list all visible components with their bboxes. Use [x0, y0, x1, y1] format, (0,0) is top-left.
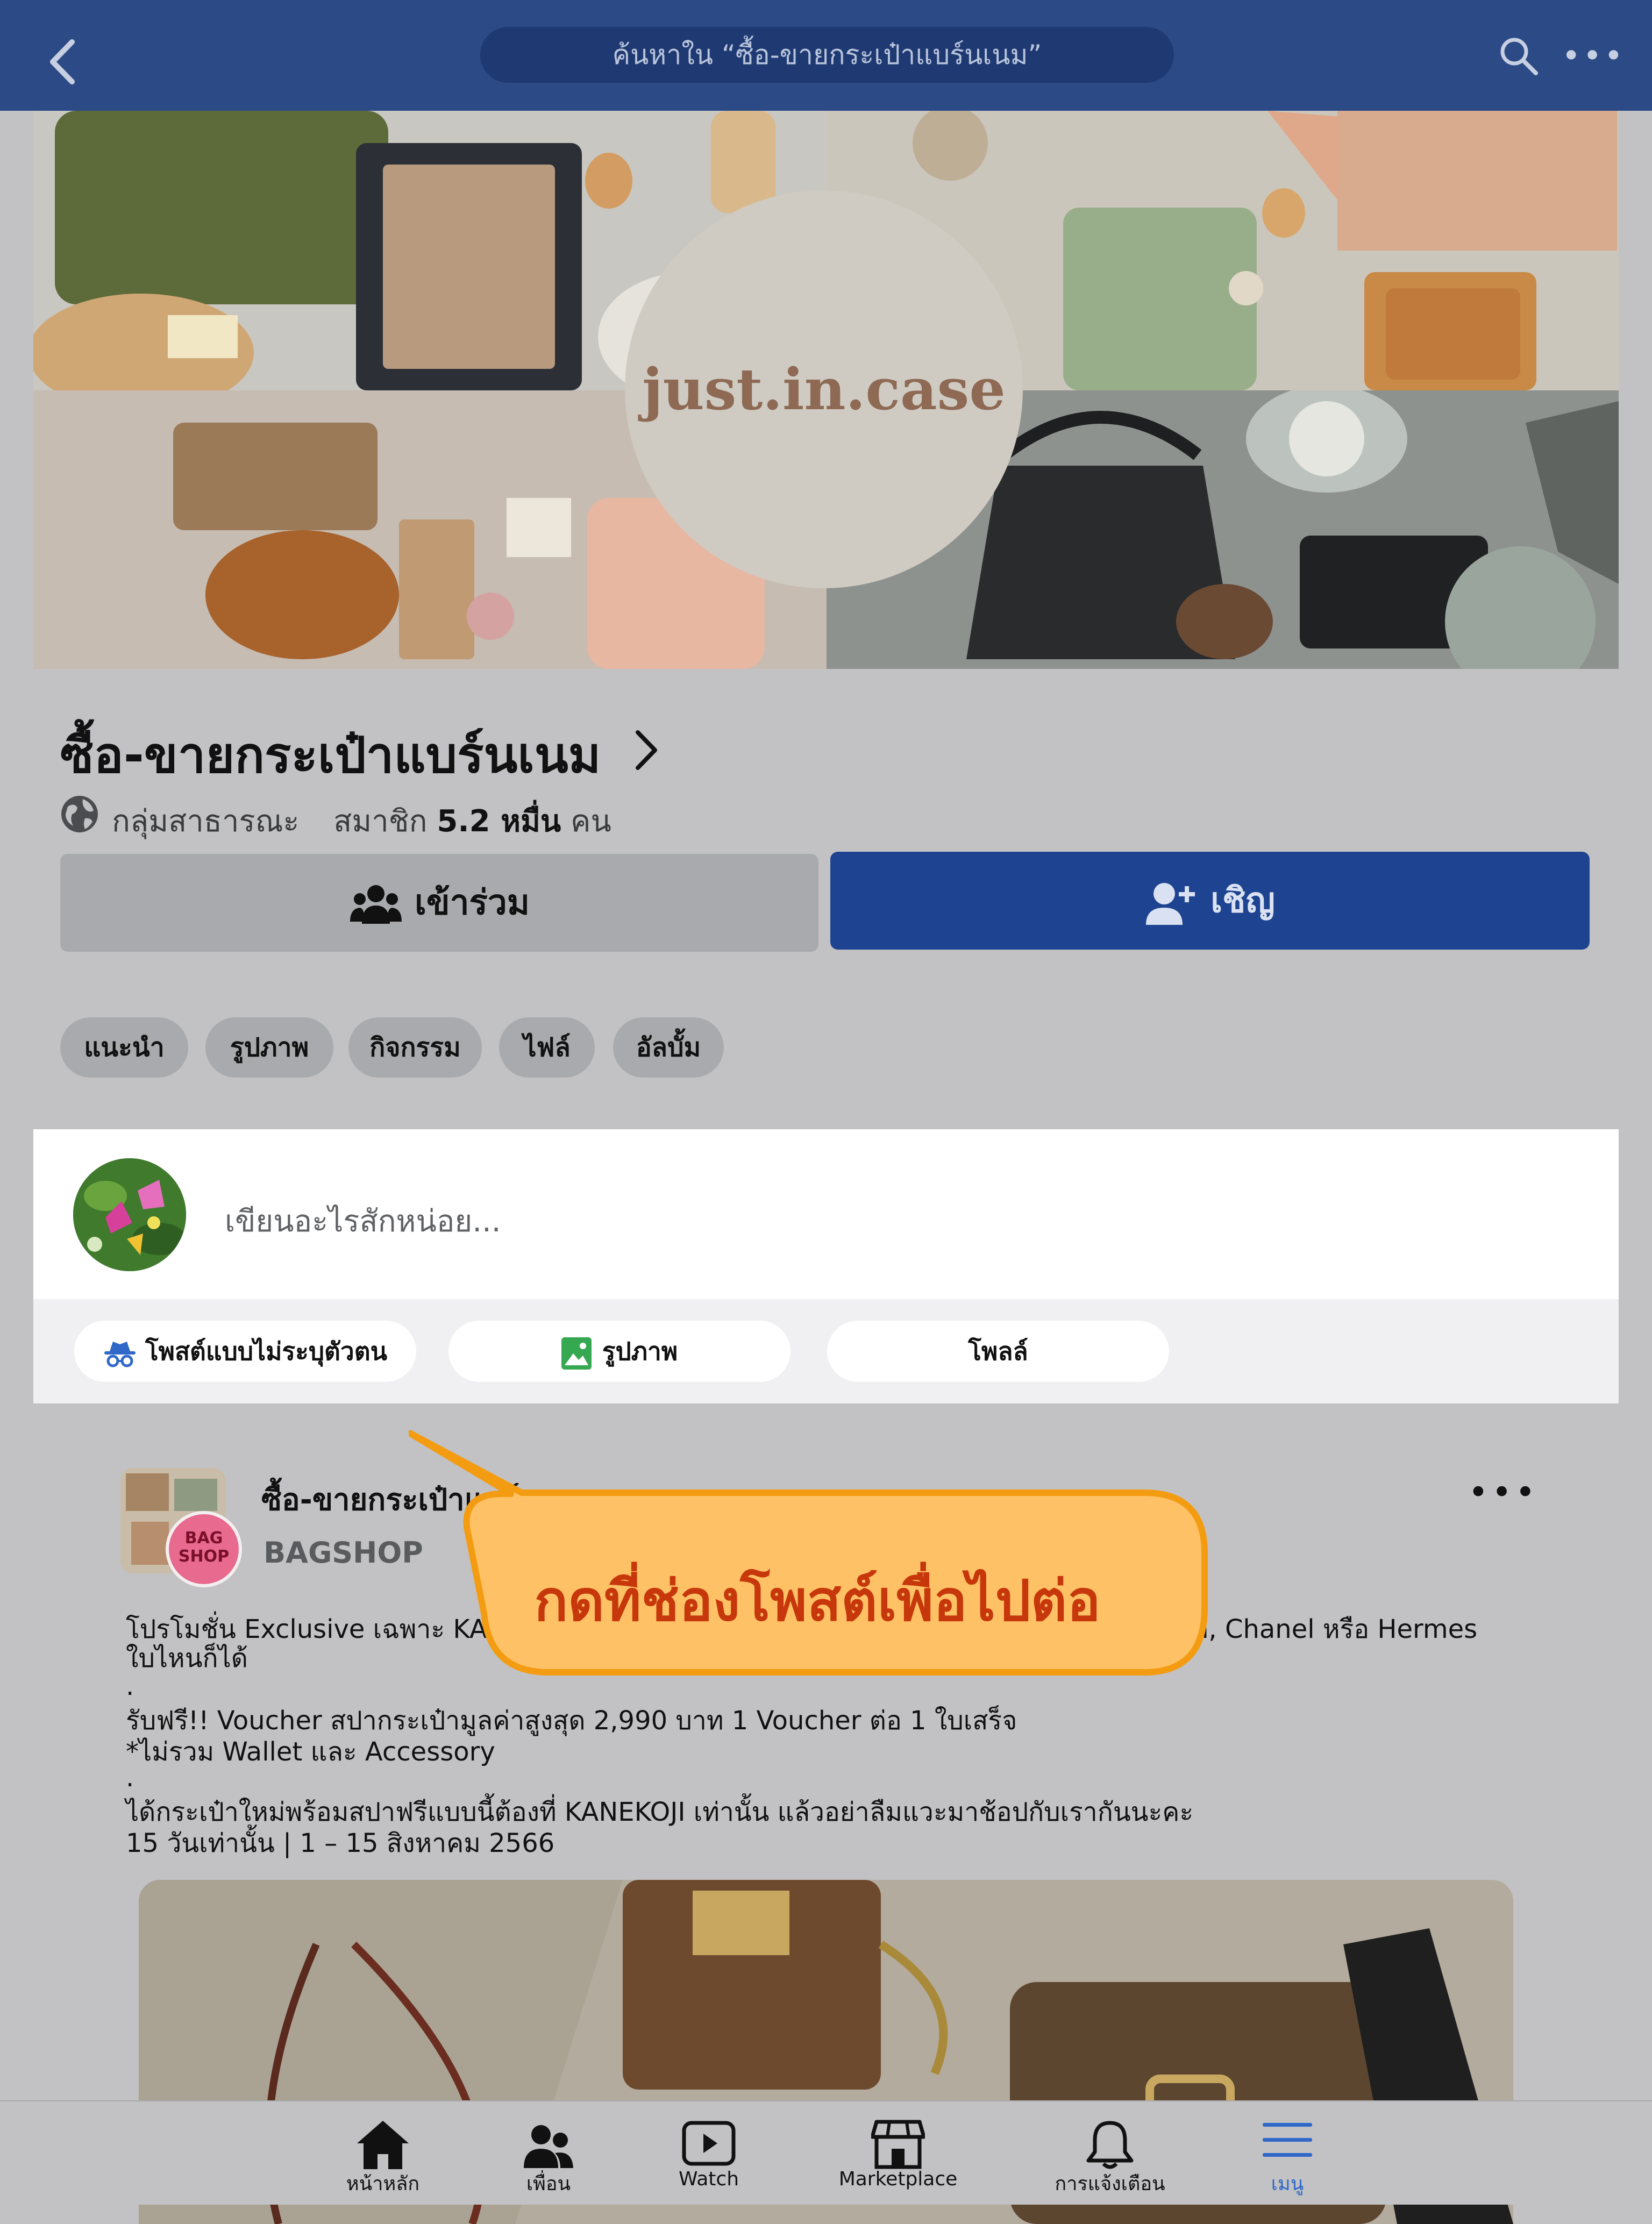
- badge-line-1: BAG: [184, 1529, 223, 1548]
- members-label: สมาชิก: [333, 804, 428, 839]
- bell-icon: [1086, 2121, 1134, 2169]
- bottom-navigation: [0, 2100, 1652, 2205]
- callout-text: กดที่ช่องโพสต์เพื่อไปต่อ: [534, 1568, 1101, 1634]
- join-label: เข้าร่วม: [414, 883, 530, 923]
- anonymous-post-label: โพสต์แบบไม่ระบุตัวตน: [145, 1337, 388, 1366]
- composer-placeholder[interactable]: เขียนอะไรสักหน่อย...: [225, 1197, 501, 1245]
- badge-line-2: SHOP: [178, 1547, 230, 1566]
- add-person-icon: [1146, 883, 1195, 925]
- chevron-right-icon[interactable]: [632, 726, 659, 774]
- globe-icon: [61, 796, 98, 832]
- just-in-case-logo: just.in.case: [625, 190, 1023, 588]
- nav-notifications-label: การแจ้งเตือน: [1055, 2173, 1165, 2195]
- friends-icon: [524, 2125, 573, 2168]
- invite-label: เชิญ: [1210, 881, 1275, 921]
- photo-label: รูปภาพ: [602, 1337, 678, 1366]
- group-search-bar[interactable]: ค้นหาใน “ซื้อ-ขายกระเป๋าแบร์นเนม”: [480, 27, 1174, 83]
- group-meta: กลุ่มสาธารณะ สมาชิก 5.2 หมื่น คน: [112, 797, 611, 845]
- more-options-icon[interactable]: •••: [1562, 40, 1623, 72]
- post-text-line: ใบไหนก็ได้: [126, 1643, 248, 1673]
- nav-watch[interactable]: Watch: [639, 2119, 779, 2199]
- group-members-icon: [350, 885, 402, 924]
- post-text-line: 15 วันเท่านั้น | 1 – 15 สิงหาคม 2566: [126, 1828, 555, 1858]
- tab-photos[interactable]: รูปภาพ: [205, 1017, 333, 1078]
- post-author-subtitle[interactable]: BAGSHOP: [264, 1536, 423, 1570]
- nav-home[interactable]: หน้าหลัก: [313, 2119, 453, 2199]
- nav-marketplace[interactable]: Marketplace: [828, 2119, 968, 2199]
- post-text-line: .: [126, 1763, 134, 1793]
- invite-button[interactable]: เชิญ: [830, 852, 1590, 950]
- watch-icon: [682, 2121, 736, 2166]
- tab-albums[interactable]: อัลบั้ม: [613, 1017, 724, 1078]
- photo-chip[interactable]: รูปภาพ: [448, 1321, 791, 1382]
- tab-files[interactable]: ไฟล์: [499, 1017, 595, 1078]
- members-count: 5.2 หมื่น: [437, 804, 561, 839]
- user-avatar[interactable]: [73, 1158, 186, 1271]
- home-icon: [357, 2121, 409, 2169]
- marketplace-icon: [871, 2120, 925, 2169]
- join-group-button[interactable]: เข้าร่วม: [60, 854, 818, 952]
- search-icon[interactable]: [1498, 35, 1539, 76]
- search-bar-text: ค้นหาใน “ซื้อ-ขายกระเป๋าแบร์นเนม”: [612, 39, 1042, 70]
- nav-friends-label: เพื่อน: [526, 2173, 571, 2195]
- poll-chip[interactable]: โพลล์: [827, 1321, 1169, 1382]
- tab-about[interactable]: แนะนำ: [60, 1017, 188, 1078]
- group-privacy-label: กลุ่มสาธารณะ: [112, 804, 300, 839]
- nav-notifications[interactable]: การแจ้งเตือน: [1040, 2119, 1180, 2199]
- members-unit: คน: [571, 804, 611, 839]
- post-text-line: .: [126, 1671, 134, 1701]
- post-more-options-icon[interactable]: •••: [1468, 1475, 1539, 1510]
- bagshop-badge: BAG SHOP: [166, 1511, 242, 1587]
- tab-events[interactable]: กิจกรรม: [348, 1017, 482, 1078]
- nav-home-label: หน้าหลัก: [346, 2173, 420, 2195]
- nav-watch-label: Watch: [678, 2168, 739, 2190]
- group-cover-photo[interactable]: just.in.case: [33, 111, 1619, 669]
- post-text-line: *ไม่รวม Wallet และ Accessory: [126, 1737, 495, 1767]
- nav-menu[interactable]: เมนู: [1217, 2119, 1357, 2199]
- nav-marketplace-label: Marketplace: [838, 2168, 958, 2190]
- photo-icon: [561, 1337, 592, 1370]
- nav-friends[interactable]: เพื่อน: [479, 2119, 618, 2199]
- nav-menu-label: เมนู: [1271, 2173, 1304, 2195]
- back-arrow-icon[interactable]: [47, 38, 77, 86]
- anonymous-post-chip[interactable]: โพสต์แบบไม่ระบุตัวตน: [74, 1321, 416, 1382]
- incognito-icon: [104, 1341, 136, 1367]
- menu-icon: [1263, 2123, 1312, 2157]
- group-title[interactable]: ซื้อ-ขายกระเป๋าแบร์นเนม: [60, 715, 601, 794]
